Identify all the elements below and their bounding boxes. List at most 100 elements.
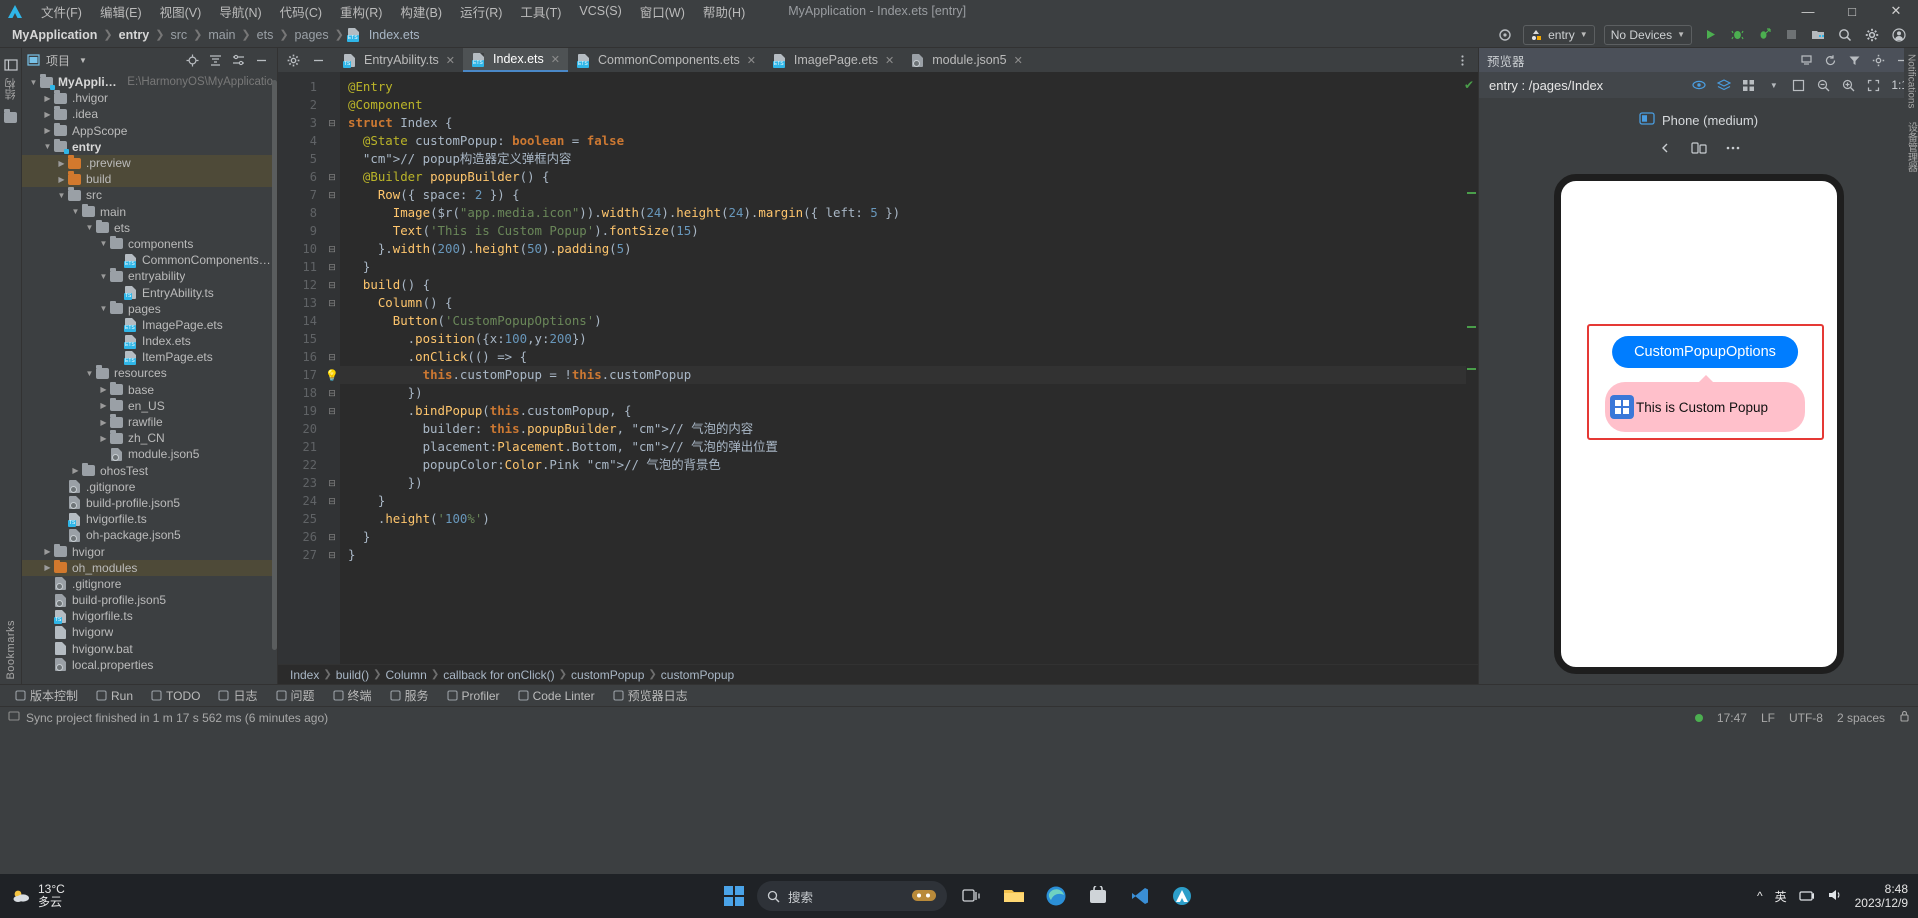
chevron-right-icon[interactable]: · — [112, 337, 123, 346]
code-line[interactable]: struct Index { — [340, 114, 1478, 132]
code-line[interactable]: @Entry — [340, 78, 1478, 96]
chevron-right-icon[interactable]: ▶ — [98, 401, 109, 410]
chevron-right-icon[interactable]: ▶ — [42, 547, 53, 556]
tree-item-.preview[interactable]: ▶ .preview — [22, 154, 277, 172]
chevron-right-icon[interactable]: · — [42, 628, 53, 637]
menu-tools[interactable]: 工具(T) — [511, 0, 570, 23]
fold-marker[interactable]: ⊟ — [324, 384, 340, 402]
volume-icon[interactable] — [1827, 888, 1843, 905]
tree-item-ohostest[interactable]: ▶ ohosTest — [22, 462, 277, 479]
tree-item-index.ets[interactable]: ·ETS Index.ets — [22, 333, 277, 349]
hide-editor-icon[interactable] — [311, 53, 326, 68]
fold-marker[interactable]: ⊟ — [324, 186, 340, 204]
code-line[interactable]: }.width(200).height(50).padding(5) — [340, 240, 1478, 258]
status-encoding[interactable]: UTF-8 — [1789, 711, 1823, 725]
fold-marker[interactable]: ⊟ — [324, 348, 340, 366]
chevron-down-icon[interactable]: ▼ — [98, 304, 109, 313]
close-icon[interactable]: ✕ — [1014, 54, 1023, 67]
tree-item-hvigor[interactable]: ▶ hvigor — [22, 543, 277, 559]
code-line[interactable]: build() { — [340, 276, 1478, 294]
breadcrumb-pages[interactable]: pages — [291, 28, 333, 42]
bc-column[interactable]: Column — [386, 668, 427, 682]
store-icon[interactable] — [1081, 879, 1115, 913]
code-line[interactable]: @State customPopup: boolean = false — [340, 132, 1478, 150]
inspector-icon[interactable] — [1799, 53, 1814, 68]
chevron-right-icon[interactable]: ▶ — [42, 94, 53, 103]
rail-label-bookmarks[interactable]: Bookmarks — [5, 616, 17, 684]
code-line[interactable]: Column() { — [340, 294, 1478, 312]
code-line[interactable]: builder: this.popupBuilder, "cm">// 气泡的内… — [340, 420, 1478, 438]
fold-marker[interactable]: ⊟ — [324, 114, 340, 132]
code-line[interactable]: } — [340, 546, 1478, 564]
code-line[interactable]: popupColor:Color.Pink "cm">// 气泡的背景色 — [340, 456, 1478, 474]
chevron-right-icon[interactable]: · — [112, 320, 123, 329]
copilot-icon[interactable] — [911, 887, 937, 906]
bc-callback[interactable]: callback for onClick() — [443, 668, 554, 682]
chevron-right-icon[interactable]: · — [42, 612, 53, 621]
frame-icon[interactable] — [1791, 78, 1806, 93]
fold-marker[interactable] — [324, 222, 340, 240]
chevron-right-icon[interactable]: · — [56, 515, 67, 524]
chevron-right-icon[interactable]: ▶ — [98, 385, 109, 394]
chevron-right-icon[interactable]: ▶ — [42, 110, 53, 119]
run-configuration-select[interactable]: entry ▼ — [1523, 24, 1595, 45]
chevron-right-icon[interactable]: ▶ — [98, 418, 109, 427]
code-line[interactable]: Button('CustomPopupOptions') — [340, 312, 1478, 330]
editor-marker-column[interactable]: ✔ — [1464, 72, 1478, 664]
tree-item-oh_modules[interactable]: ▶ oh_modules — [22, 559, 277, 576]
tree-item-myapplication[interactable]: ▼ MyApplication E:\HarmonyOS\MyApplicatio — [22, 74, 277, 90]
chevron-right-icon[interactable]: · — [112, 288, 123, 297]
tree-item-hvigorfile.ts[interactable]: ·TS hvigorfile.ts — [22, 511, 277, 527]
tree-item-entryability.ts[interactable]: ·TS EntryAbility.ts — [22, 284, 277, 301]
fold-marker[interactable]: ⊟ — [324, 258, 340, 276]
fold-marker[interactable] — [324, 150, 340, 168]
code-line[interactable]: }) — [340, 384, 1478, 402]
project-tree[interactable]: ▼MyApplicationE:\HarmonyOS\MyApplicatio ▶… — [22, 72, 277, 684]
chevron-right-icon[interactable]: · — [42, 644, 53, 653]
run-icon[interactable] — [1701, 26, 1719, 44]
breadcrumb-file[interactable]: Index.ets — [365, 28, 424, 42]
tree-item-build[interactable]: ▶ build — [22, 171, 277, 188]
code-line[interactable]: "cm">// popup构造器定义弹框内容 — [340, 150, 1478, 168]
fold-marker[interactable]: ⊟ — [324, 168, 340, 186]
project-icon[interactable] — [2, 56, 20, 74]
code-editor[interactable]: 1 2 3 4 5 6 7 8 9 10 11 12 13 14 15 16 17 18 19 20 21 22 23 24 2… — [278, 72, 1478, 664]
fold-marker[interactable]: 💡 — [324, 366, 340, 384]
devtools-icon[interactable] — [1165, 879, 1199, 913]
fold-marker[interactable]: ⊟ — [324, 294, 340, 312]
preview-custom-popup-button[interactable]: CustomPopupOptions — [1612, 336, 1798, 368]
chevron-right-icon[interactable]: · — [42, 660, 53, 669]
fold-marker[interactable]: ⊟ — [324, 276, 340, 294]
zoom-in-icon[interactable] — [1841, 78, 1856, 93]
chevron-down-icon[interactable]: ▼ — [84, 369, 95, 378]
tree-item-local.properties[interactable]: · local.properties — [22, 657, 277, 673]
breadcrumb-main[interactable]: main — [204, 28, 239, 42]
tree-item-resources[interactable]: ▼ resources — [22, 365, 277, 381]
tree-item-entryability[interactable]: ▼ entryability — [22, 268, 277, 284]
bc-build[interactable]: build() — [336, 668, 369, 682]
fold-marker[interactable]: ⊟ — [324, 546, 340, 564]
lock-icon[interactable] — [1899, 710, 1910, 725]
toolwindow---[interactable]: 终端 — [324, 685, 381, 707]
menu-navigate[interactable]: 导航(N) — [210, 0, 270, 23]
tree-item-ets[interactable]: ▼ ets — [22, 219, 277, 236]
filter-icon[interactable] — [1847, 53, 1862, 68]
code-line[interactable]: .onClick(() => { — [340, 348, 1478, 366]
chevron-down-icon[interactable]: ▼ — [28, 78, 39, 87]
fold-marker[interactable] — [324, 420, 340, 438]
menu-code[interactable]: 代码(C) — [271, 0, 331, 23]
taskbar-clock[interactable]: 8:48 2023/12/9 — [1855, 882, 1908, 910]
code-line[interactable]: placement:Placement.Bottom, "cm">// 气泡的弹… — [340, 438, 1478, 456]
tree-item-.gitignore[interactable]: · .gitignore — [22, 479, 277, 495]
project-scrollbar[interactable] — [272, 80, 277, 650]
toolwindow---[interactable]: 日志 — [209, 685, 266, 707]
collapse-all-icon[interactable] — [208, 53, 223, 68]
chevron-down-icon[interactable]: ▼ — [98, 272, 109, 281]
more-tabs-icon[interactable] — [1455, 53, 1470, 68]
task-view-icon[interactable] — [955, 879, 989, 913]
file-explorer-icon[interactable] — [997, 879, 1031, 913]
tree-item-oh-package.json5[interactable]: · oh-package.json5 — [22, 527, 277, 543]
ime-indicator[interactable]: 英 — [1775, 888, 1787, 905]
tree-item-appscope[interactable]: ▶ AppScope — [22, 122, 277, 139]
code-line[interactable]: Text('This is Custom Popup').fontSize(15… — [340, 222, 1478, 240]
